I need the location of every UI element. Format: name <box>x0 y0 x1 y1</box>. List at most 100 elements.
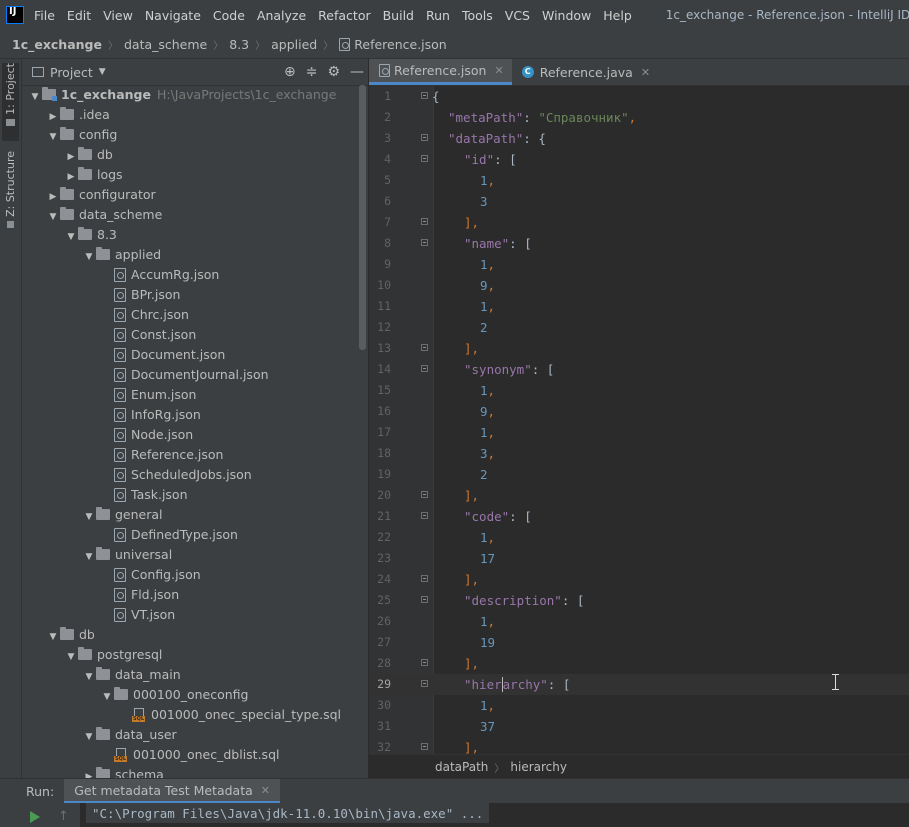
tree-file-item[interactable]: Fld.json <box>100 585 179 605</box>
menu-vcs[interactable]: VCS <box>505 8 530 23</box>
expand-arrow-down-icon[interactable]: ▼ <box>82 507 96 527</box>
fold-marker-icon[interactable] <box>421 491 428 498</box>
arrow-up-icon[interactable]: ↑ <box>58 809 69 824</box>
structure-tool-tab[interactable]: Z: Structure <box>2 151 19 233</box>
fold-marker-icon[interactable] <box>421 743 428 750</box>
menu-analyze[interactable]: Analyze <box>257 8 306 23</box>
menu-file[interactable]: File <box>34 8 55 23</box>
tree-folder-item[interactable]: ▼ db <box>46 625 95 645</box>
project-tool-tab[interactable]: 1: Project <box>2 63 19 141</box>
tree-folder-item[interactable]: ▼ data_user <box>82 725 177 745</box>
menu-refactor[interactable]: Refactor <box>318 8 370 23</box>
fold-marker-icon[interactable] <box>421 92 428 99</box>
menu-run[interactable]: Run <box>426 8 450 23</box>
breadcrumb-item[interactable]: data_scheme <box>124 37 207 52</box>
close-icon[interactable]: ✕ <box>494 64 503 77</box>
fold-marker-icon[interactable] <box>421 680 428 687</box>
menu-build[interactable]: Build <box>383 8 414 23</box>
fold-marker-icon[interactable] <box>421 512 428 519</box>
editor-tab[interactable]: Reference.json ✕ <box>369 59 512 85</box>
menu-edit[interactable]: Edit <box>67 8 91 23</box>
tree-folder-item[interactable]: ▶ db <box>64 145 113 165</box>
tree-folder-item[interactable]: ▼ config <box>46 125 117 145</box>
fold-marker-icon[interactable] <box>421 134 428 141</box>
breadcrumb-item[interactable]: Reference.json <box>354 37 446 52</box>
tree-file-item[interactable]: BPr.json <box>100 285 180 305</box>
locate-file-icon[interactable]: ⊕ <box>284 64 296 80</box>
editor-tab[interactable]: C Reference.java ✕ <box>512 59 658 85</box>
tree-file-item[interactable]: Config.json <box>100 565 201 585</box>
tree-file-item[interactable]: 001000_onec_dblist.sql <box>100 745 279 765</box>
editor-breadcrumb-item[interactable]: hierarchy <box>510 760 567 774</box>
expand-arrow-down-icon[interactable]: ▼ <box>82 667 96 687</box>
fold-marker-icon[interactable] <box>421 344 428 351</box>
tree-file-item[interactable]: Document.json <box>100 345 225 365</box>
expand-arrow-right-icon[interactable]: ▶ <box>64 147 78 167</box>
menu-navigate[interactable]: Navigate <box>145 8 201 23</box>
tree-folder-item[interactable]: ▼ applied <box>82 245 161 265</box>
tree-file-item[interactable]: 001000_onec_special_type.sql <box>118 705 341 725</box>
tree-file-item[interactable]: DefinedType.json <box>100 525 238 545</box>
expand-arrow-down-icon[interactable]: ▼ <box>82 727 96 747</box>
editor-breadcrumb-item[interactable]: dataPath <box>435 760 488 774</box>
tree-folder-item[interactable]: ▶ logs <box>64 165 123 185</box>
menu-code[interactable]: Code <box>213 8 245 23</box>
fold-marker-icon[interactable] <box>421 596 428 603</box>
tree-scrollbar-thumb[interactable] <box>359 85 366 350</box>
tree-file-item[interactable]: DocumentJournal.json <box>100 365 269 385</box>
tree-file-item[interactable]: VT.json <box>100 605 175 625</box>
menu-tools[interactable]: Tools <box>462 8 493 23</box>
expand-arrow-down-icon[interactable]: ▼ <box>46 627 60 647</box>
gear-icon[interactable]: ⚙ <box>327 64 340 80</box>
fold-marker-icon[interactable] <box>421 155 428 162</box>
menu-window[interactable]: Window <box>542 8 591 23</box>
expand-arrow-down-icon[interactable]: ▼ <box>82 247 96 267</box>
close-icon[interactable]: ✕ <box>261 778 270 803</box>
tree-folder-item[interactable]: ▼ universal <box>82 545 172 565</box>
breadcrumb-item[interactable]: 8.3 <box>229 37 249 52</box>
tree-folder-item[interactable]: ▶ configurator <box>46 185 156 205</box>
chevron-down-icon[interactable]: ▼ <box>99 67 106 77</box>
tree-folder-item[interactable]: ▶ schema <box>82 765 164 778</box>
tree-folder-item[interactable]: ▼ 1c_exchange H:\JavaProjects\1c_exchange <box>28 85 336 105</box>
menu-help[interactable]: Help <box>603 8 632 23</box>
tree-file-item[interactable]: AccumRg.json <box>100 265 219 285</box>
rerun-play-icon[interactable] <box>30 811 40 823</box>
tree-folder-item[interactable]: ▼ data_scheme <box>46 205 162 225</box>
tree-folder-item[interactable]: ▶ .idea <box>46 105 110 125</box>
tree-folder-item[interactable]: ▼ postgresql <box>64 645 162 665</box>
tree-file-item[interactable]: InfoRg.json <box>100 405 201 425</box>
expand-arrow-right-icon[interactable]: ▶ <box>46 187 60 207</box>
fold-marker-icon[interactable] <box>421 239 428 246</box>
tree-file-item[interactable]: Reference.json <box>100 445 223 465</box>
expand-arrow-right-icon[interactable]: ▶ <box>64 167 78 187</box>
expand-arrow-down-icon[interactable]: ▼ <box>82 547 96 567</box>
expand-arrow-down-icon[interactable]: ▼ <box>46 127 60 147</box>
tree-folder-item[interactable]: ▼ 8.3 <box>64 225 117 245</box>
expand-arrow-down-icon[interactable]: ▼ <box>46 207 60 227</box>
expand-arrow-down-icon[interactable]: ▼ <box>64 647 78 667</box>
expand-arrow-down-icon[interactable]: ▼ <box>100 687 114 707</box>
tree-folder-item[interactable]: ▼ data_main <box>82 665 181 685</box>
fold-marker-icon[interactable] <box>421 659 428 666</box>
tree-file-item[interactable]: Node.json <box>100 425 193 445</box>
close-icon[interactable]: ✕ <box>641 66 650 79</box>
expand-arrow-right-icon[interactable]: ▶ <box>82 767 96 778</box>
tree-file-item[interactable]: Const.json <box>100 325 196 345</box>
fold-marker-icon[interactable] <box>421 575 428 582</box>
tree-folder-item[interactable]: ▼ general <box>82 505 163 525</box>
tree-file-item[interactable]: Enum.json <box>100 385 196 405</box>
run-config-tab[interactable]: Get metadata Test Metadata ✕ <box>64 779 280 804</box>
expand-arrow-down-icon[interactable]: ▼ <box>28 87 42 107</box>
tree-file-item[interactable]: Chrc.json <box>100 305 189 325</box>
breadcrumb-item[interactable]: 1c_exchange <box>12 37 102 52</box>
tree-folder-item[interactable]: ▼ 000100_oneconfig <box>100 685 248 705</box>
tree-file-item[interactable]: ScheduledJobs.json <box>100 465 252 485</box>
menu-view[interactable]: View <box>103 8 133 23</box>
tree-file-item[interactable]: Task.json <box>100 485 188 505</box>
breadcrumb-item[interactable]: applied <box>271 37 317 52</box>
hide-panel-icon[interactable]: — <box>350 64 364 80</box>
expand-arrow-right-icon[interactable]: ▶ <box>46 107 60 127</box>
fold-marker-icon[interactable] <box>421 218 428 225</box>
fold-marker-icon[interactable] <box>421 365 428 372</box>
